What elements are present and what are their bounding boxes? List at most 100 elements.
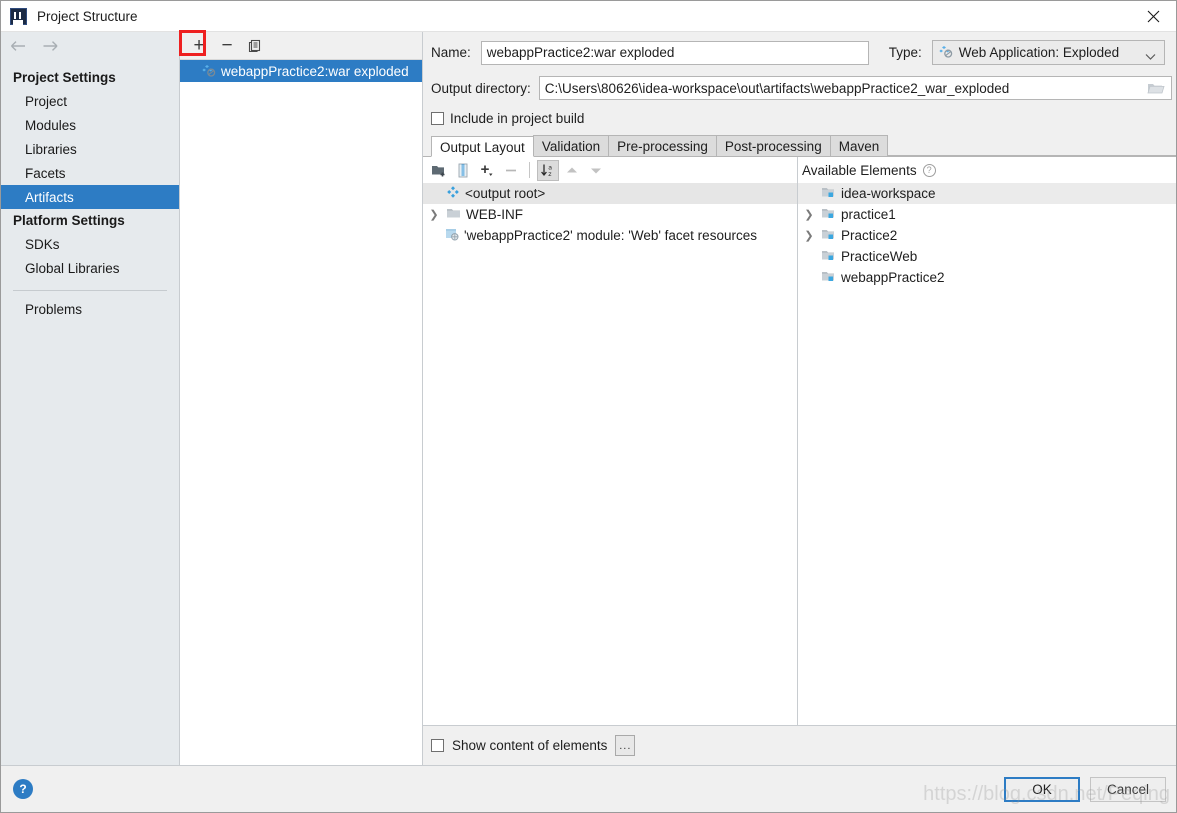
list-item-label: practice1 (841, 207, 896, 222)
module-facet-icon (445, 227, 459, 244)
sidebar-item-modules[interactable]: Modules (1, 113, 179, 137)
sidebar-list: Project Settings Project Modules Librari… (1, 60, 179, 321)
show-content-row: Show content of elements ... (423, 725, 1176, 765)
help-icon[interactable]: ? (922, 163, 936, 177)
sidebar-item-sdks[interactable]: SDKs (1, 232, 179, 256)
name-row: Name: webappPractice2:war exploded Type: (431, 40, 1172, 65)
tree-row[interactable]: 'webappPractice2' module: 'Web' facet re… (423, 225, 797, 246)
add-artifact-button[interactable]: + (188, 35, 210, 57)
remove-artifact-button[interactable]: − (216, 35, 238, 57)
show-content-checkbox[interactable] (431, 739, 444, 752)
help-icon[interactable]: ? (13, 779, 33, 799)
add-element-icon[interactable] (476, 160, 498, 181)
tree-twisty: ❯ (802, 187, 816, 200)
cancel-button[interactable]: Cancel (1090, 776, 1166, 802)
tree-twisty: ❯ (802, 250, 816, 263)
list-item-label: idea-workspace (841, 186, 936, 201)
move-up-icon (561, 160, 583, 181)
tree-row[interactable]: › <output root> (423, 183, 797, 204)
sidebar-item-artifacts[interactable]: Artifacts (1, 185, 179, 209)
sidebar-item-problems[interactable]: Problems (1, 297, 179, 321)
show-content-options-button[interactable]: ... (615, 735, 636, 756)
tree-row-label: WEB-INF (466, 207, 523, 222)
list-item[interactable]: ❯ Practice2 (798, 225, 1176, 246)
type-label: Type: (888, 45, 922, 60)
ok-button[interactable]: OK (1004, 776, 1080, 802)
sidebar-group-platform-settings: Platform Settings (13, 213, 125, 228)
tab-output-layout[interactable]: Output Layout (431, 136, 534, 157)
list-item[interactable]: ❯ PracticeWeb (798, 246, 1176, 267)
module-icon (821, 185, 836, 202)
navigation-arrows (1, 32, 179, 60)
tab-maven[interactable]: Maven (829, 135, 889, 156)
list-item-label: webappPractice2 (841, 270, 945, 285)
module-icon (821, 248, 836, 265)
output-directory-input[interactable]: C:\Users\80626\idea-workspace\out\artifa… (538, 76, 1172, 100)
available-elements-header: Available Elements ? (798, 157, 1176, 183)
artifact-list-item[interactable]: webappPractice2:war exploded (180, 60, 422, 82)
include-in-build-row[interactable]: Include in project build (431, 111, 1172, 126)
list-item[interactable]: ❯ practice1 (798, 204, 1176, 225)
artifacts-list-panel: + − webappPractice2:war exploded (179, 30, 423, 765)
artifact-list-item-label: webappPractice2:war exploded (221, 63, 409, 79)
artifact-tabs: Output Layout Validation Pre-processing … (423, 135, 1176, 157)
type-dropdown[interactable]: Web Application: Exploded (931, 40, 1165, 65)
include-in-build-checkbox[interactable] (431, 112, 444, 125)
project-structure-dialog: Project Structure Project Settings Proje… (0, 0, 1177, 813)
title-bar: Project Structure (1, 1, 1176, 32)
copy-artifact-button[interactable] (244, 35, 266, 57)
sidebar-item-project[interactable]: Project (1, 89, 179, 113)
folder-browse-icon[interactable] (1146, 80, 1165, 99)
tree-twisty[interactable]: ❯ (427, 208, 441, 221)
available-elements-title: Available Elements (802, 162, 917, 178)
output-directory-row: Output directory: C:\Users\80626\idea-wo… (431, 76, 1172, 100)
name-label: Name: (431, 45, 471, 60)
artifacts-toolbar: + − (180, 32, 422, 60)
tab-pre-processing[interactable]: Pre-processing (608, 135, 717, 156)
arrow-right-icon[interactable] (41, 37, 59, 55)
available-elements-pane: Available Elements ? ❯ idea-worksp (798, 157, 1176, 725)
output-directory-value: C:\Users\80626\idea-workspace\out\artifa… (544, 80, 1010, 96)
remove-element-icon (500, 160, 522, 181)
dialog-body: Project Settings Project Modules Librari… (1, 30, 1176, 765)
tree-row-label: <output root> (465, 186, 546, 201)
window-title: Project Structure (37, 8, 138, 24)
artifact-icon (939, 44, 953, 61)
sidebar-item-global-libraries[interactable]: Global Libraries (1, 256, 179, 280)
svg-text:z: z (548, 171, 551, 178)
tree-twisty[interactable]: ❯ (802, 229, 816, 242)
tab-post-processing[interactable]: Post-processing (715, 135, 831, 156)
list-item-label: Practice2 (841, 228, 898, 243)
artifact-form: Name: webappPractice2:war exploded Type: (423, 32, 1176, 135)
sidebar-group-project-settings: Project Settings (13, 70, 116, 85)
list-item[interactable]: ❯ idea-workspace (798, 183, 1176, 204)
move-down-icon (585, 160, 607, 181)
sidebar-separator (13, 290, 167, 291)
sidebar-item-libraries[interactable]: Libraries (1, 137, 179, 161)
output-root-icon (446, 185, 460, 202)
list-item[interactable]: ❯ webappPractice2 (798, 267, 1176, 288)
close-icon[interactable] (1130, 1, 1176, 31)
tree-row[interactable]: ❯ WEB-INF (423, 204, 797, 225)
type-dropdown-value: Web Application: Exploded (958, 45, 1120, 60)
output-directory-label: Output directory: (431, 80, 531, 96)
toolbar-separator (529, 162, 530, 178)
tree-twisty: ❯ (802, 271, 816, 284)
module-icon (821, 269, 836, 286)
add-archive-icon[interactable] (452, 160, 474, 181)
add-directory-icon[interactable] (428, 160, 450, 181)
output-layout-pane: a z › (423, 157, 798, 725)
sidebar-item-facets[interactable]: Facets (1, 161, 179, 185)
output-layout-toolbar: a z (423, 157, 797, 183)
tree-twisty: › (427, 188, 441, 200)
list-item-label: PracticeWeb (841, 249, 918, 264)
artifact-detail-panel: Name: webappPractice2:war exploded Type: (423, 32, 1176, 765)
tree-twisty[interactable]: ❯ (802, 208, 816, 221)
tab-validation[interactable]: Validation (532, 135, 610, 156)
intellij-idea-icon (10, 7, 27, 25)
sort-alphabetically-icon[interactable]: a z (537, 159, 559, 181)
show-content-label: Show content of elements (452, 738, 608, 753)
name-input[interactable]: webappPractice2:war exploded (480, 40, 869, 65)
arrow-left-icon[interactable] (9, 37, 27, 55)
include-in-build-label: Include in project build (450, 111, 585, 126)
